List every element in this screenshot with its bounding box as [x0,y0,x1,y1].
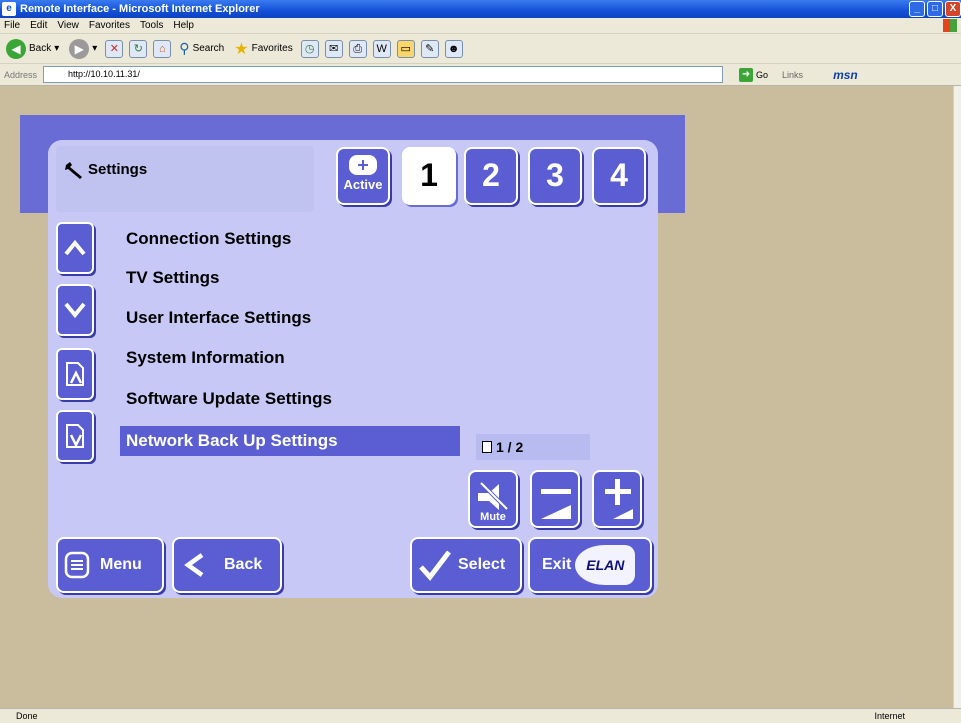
volume-down-button[interactable] [530,470,580,528]
messenger-icon[interactable]: ☻ [444,39,463,58]
list-item-system-information[interactable]: System Information [126,345,285,371]
page-down-button[interactable] [56,410,94,462]
favorites-label: Favorites [251,43,293,54]
chevron-up-icon [64,239,86,256]
back-button[interactable]: ◀ Back ▾ [4,37,61,61]
address-input[interactable]: http://10.10.11.31/ [43,66,724,83]
go-label: Go [756,69,769,80]
window-title: Remote Interface - Microsoft Internet Ex… [20,3,260,15]
ie-icon: e [2,2,16,16]
active-label: Active [343,177,383,192]
elan-logo: ELAN [575,545,636,585]
research-icon[interactable]: ✎ [420,39,439,58]
msn-logo[interactable]: msn [833,68,858,82]
menu-favorites[interactable]: Favorites [89,20,130,31]
vertical-scrollbar[interactable] [953,86,961,708]
exit-label: Exit [542,556,572,573]
address-label: Address [4,69,38,80]
list-item-software-update-settings[interactable]: Software Update Settings [126,386,332,412]
list-item-connection-settings[interactable]: Connection Settings [126,226,291,252]
forward-arrow-icon: ▶ [69,38,90,59]
page-up-icon [66,362,84,386]
star-icon: ★ [234,40,249,58]
minus-icon [541,489,571,519]
stop-icon[interactable]: ✕ [105,39,124,58]
chevron-left-icon [184,553,204,577]
edit-icon[interactable]: W [372,39,391,58]
security-zone: Internet [874,711,905,721]
page-up-button[interactable] [56,348,94,400]
select-button[interactable]: Select [410,537,522,593]
plus-icon [605,479,633,519]
search-icon: ⚲ [179,40,190,56]
back-nav-label: Back [224,556,263,573]
minimize-button[interactable]: _ [909,1,925,17]
tab-4[interactable]: 4 [592,147,646,205]
list-item-tv-settings[interactable]: TV Settings [126,265,220,291]
back-nav-button[interactable]: Back [172,537,282,593]
back-arrow-icon: ◀ [6,38,26,59]
list-item-user-interface-settings[interactable]: User Interface Settings [126,305,311,331]
links-label[interactable]: Links [782,70,803,80]
menu-file[interactable]: File [4,20,20,31]
tab-1[interactable]: 1 [402,147,456,205]
search-label: Search [192,43,225,54]
scroll-down-button[interactable] [56,284,94,336]
menu-edit[interactable]: Edit [30,20,47,31]
menu-bar: File Edit View Favorites Tools Help [0,18,961,34]
tab-2[interactable]: 2 [464,147,518,205]
go-button[interactable]: ➜ Go [739,67,769,82]
menu-button[interactable]: Menu [56,537,164,593]
checkmark-icon [419,550,451,581]
wrench-icon [64,161,84,179]
mute-label: Mute [480,511,506,523]
window-title-bar: e Remote Interface - Microsoft Internet … [0,0,961,18]
menu-help[interactable]: Help [173,20,194,31]
menu-icon [64,551,90,579]
status-text: Done [16,711,38,721]
history-icon[interactable]: ◷ [300,39,319,58]
volume-up-button[interactable] [592,470,642,528]
chevron-down-icon [64,302,86,319]
status-bar: Done Internet [0,708,961,723]
page-doc-icon [482,441,492,453]
address-bar: Address http://10.10.11.31/ ➜ Go Links m… [0,64,961,86]
active-grid-icon [349,155,377,175]
page-indicator: 1 / 2 [476,434,590,460]
home-icon[interactable]: ⌂ [153,39,172,58]
maximize-button[interactable]: □ [927,1,943,17]
mail-icon[interactable]: ✉ [324,39,343,58]
scroll-up-button[interactable] [56,222,94,274]
refresh-icon[interactable]: ↻ [129,39,148,58]
go-arrow-icon: ➜ [739,67,754,82]
menu-label: Menu [100,556,142,573]
menu-tools[interactable]: Tools [140,20,163,31]
mute-button[interactable]: Mute [468,470,518,528]
select-label: Select [458,556,506,573]
print-icon[interactable]: ⎙ [348,39,367,58]
back-label: Back [29,43,52,54]
active-button[interactable]: Active [336,147,390,205]
favorites-button[interactable]: ★ Favorites [232,37,294,61]
menu-view[interactable]: View [57,20,79,31]
windows-logo-icon [943,19,957,32]
close-button[interactable]: X [945,1,961,17]
forward-button[interactable]: ▶ ▾ [67,37,99,61]
toolbar: ◀ Back ▾ ▶ ▾ ✕ ↻ ⌂ ⚲ Search ★ Favorites … [0,34,961,64]
exit-button[interactable]: Exit ELAN [528,537,652,593]
search-button[interactable]: ⚲ Search [177,37,226,61]
list-item-network-back-up-settings[interactable]: Network Back Up Settings [120,426,460,456]
settings-title-box: Settings [56,146,314,212]
tab-3[interactable]: 3 [528,147,582,205]
page-down-icon [66,424,84,448]
dropdown-icon: ▾ [92,43,98,54]
dropdown-icon: ▾ [54,43,60,54]
page-title: Settings [88,161,148,178]
discuss-icon[interactable]: ▭ [396,39,415,58]
page-indicator-text: 1 / 2 [496,439,524,455]
